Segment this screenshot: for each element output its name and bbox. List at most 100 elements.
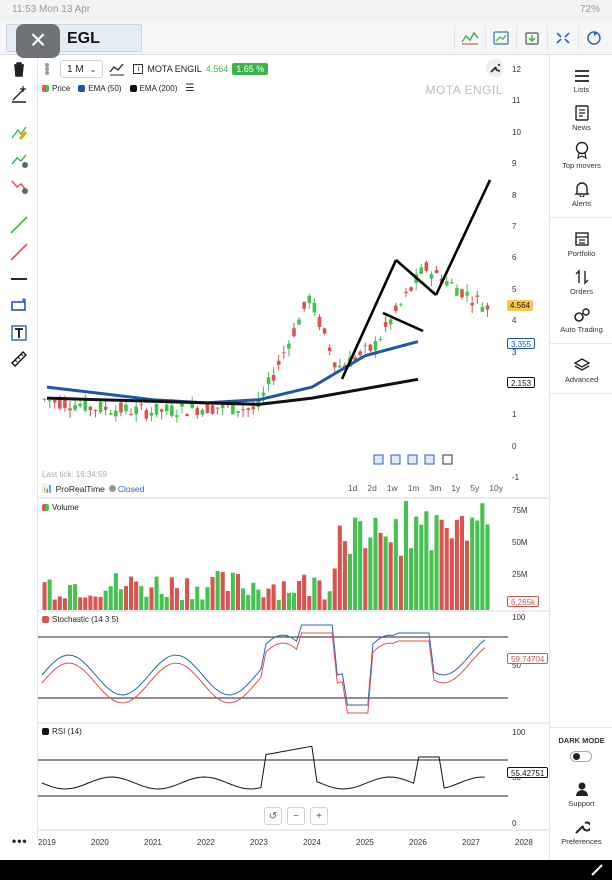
range-1y[interactable]: 1y [451,483,460,493]
candle [383,322,388,327]
line-down-icon[interactable] [9,242,29,262]
sidebar-item-orders[interactable]: Orders [550,267,612,296]
horizontal-line-icon[interactable] [9,269,29,289]
candle [394,305,398,312]
trade-icon[interactable] [516,26,546,50]
chart-area[interactable]: 1 M ⌄ i MOTA ENGIL 4.564 1.65 % Price EM… [38,55,549,855]
range-1d[interactable]: 1d [348,483,357,493]
volume-axis-label: 75M [512,506,528,515]
volume-bar [62,598,67,610]
ruler-icon[interactable] [9,349,29,369]
zoom-in-icon[interactable]: + [310,807,328,825]
candle [241,409,245,411]
provider: 📊 ProRealTime Closed [42,483,144,494]
range-10y[interactable]: 10y [489,483,503,493]
range-5y[interactable]: 5y [470,483,479,493]
chart-style-icon[interactable] [454,26,484,50]
rectangle-icon[interactable] [9,296,29,316]
dark-mode-toggle[interactable] [570,751,592,762]
time-axis-label: 2027 [462,838,480,847]
volume-bar [266,588,271,610]
candle [236,410,240,413]
sidebar-item-top-movers[interactable]: Top movers [550,141,612,170]
range-selector: 1d 2d 1w 1m 3m 1y 5y 10y [338,483,503,493]
volume-bar [159,593,164,610]
indicator-up-icon[interactable] [9,150,29,170]
compare-icon[interactable] [485,26,515,50]
rsi-axis-label: 0 [512,819,517,828]
volume-bar [409,548,414,610]
text-icon[interactable] [9,323,29,343]
volume-bar [144,596,149,610]
candle [444,281,449,286]
zoom-controls: ↺ − + [264,807,333,825]
indicator-down-icon[interactable] [9,176,29,196]
volume-bar [251,582,256,610]
volume-label: Volume [42,503,79,512]
sidebar-item-alerts[interactable]: Alerts [550,179,612,208]
time-axis-label: 2023 [250,838,268,847]
pencil-trend-icon[interactable] [9,123,29,143]
price-axis-label: 10 [512,127,521,137]
candle [455,288,459,296]
price-axis-label: 5 [512,284,517,294]
candle [409,287,413,291]
sidebar-item-advanced[interactable]: Advanced [550,355,612,384]
price-axis-label: 0 [512,441,517,451]
price-axis-label: 12 [512,65,521,74]
sync-icon[interactable] [578,26,608,50]
volume-bar [465,540,470,610]
volume-bar [363,548,368,610]
sidebar-item-preferences[interactable]: Preferences [550,817,612,846]
line-up-icon[interactable] [9,215,29,235]
range-3m[interactable]: 3m [430,483,442,493]
volume-bar [42,582,47,610]
volume-bar [179,599,185,610]
sidebar-item-news[interactable]: News [550,103,612,132]
drawing-toolbar [0,55,38,840]
sidebar-item-support[interactable]: Support [550,779,612,808]
list-icon [550,65,612,83]
volume-bar [378,532,383,610]
sidebar-item-lists[interactable]: Lists [550,65,612,94]
fullscreen-icon[interactable] [547,26,577,50]
orders-icon [550,267,612,285]
candle [287,343,291,349]
volume-bar [129,576,134,610]
trash-icon[interactable] [9,59,29,79]
volume-bar [454,519,459,610]
candle [332,362,337,368]
sidebar-item-auto-trading[interactable]: Auto Trading [550,305,612,334]
volume-bar [78,597,83,610]
gears-icon [550,305,612,323]
bell-icon [550,179,612,197]
volume-bar [271,584,276,610]
volume-bar [103,590,108,610]
more-icon[interactable]: ••• [12,834,28,848]
time-axis-label: 2021 [144,838,162,847]
time-axis-label: 2022 [197,838,215,847]
volume-bar [403,500,409,610]
reset-icon[interactable]: ↺ [264,807,282,825]
volume-bar [200,599,205,610]
candle [399,303,403,305]
zoom-out-icon[interactable]: − [287,807,305,825]
price-axis-label: 7 [512,222,517,231]
range-1w[interactable]: 1w [387,483,398,493]
right-sidebar: Lists News Top movers Alerts Portfolio O… [549,55,612,860]
stochastic-label: Stochastic (14 3 5) [42,615,119,624]
candle [134,406,138,415]
candle [266,377,271,385]
sidebar-item-portfolio[interactable]: Portfolio [550,229,612,258]
pencil-icon[interactable] [590,864,604,876]
candle [205,402,210,414]
magic-draw-icon[interactable] [9,85,29,105]
range-1m[interactable]: 1m [408,483,420,493]
volume-bar [429,550,434,610]
volume-axis-label: 25M [512,570,528,579]
volume-bar [353,517,358,610]
volume-bar [398,555,403,610]
close-icon[interactable]: × [16,24,60,58]
candle [170,405,174,416]
range-2d[interactable]: 2d [367,483,376,493]
